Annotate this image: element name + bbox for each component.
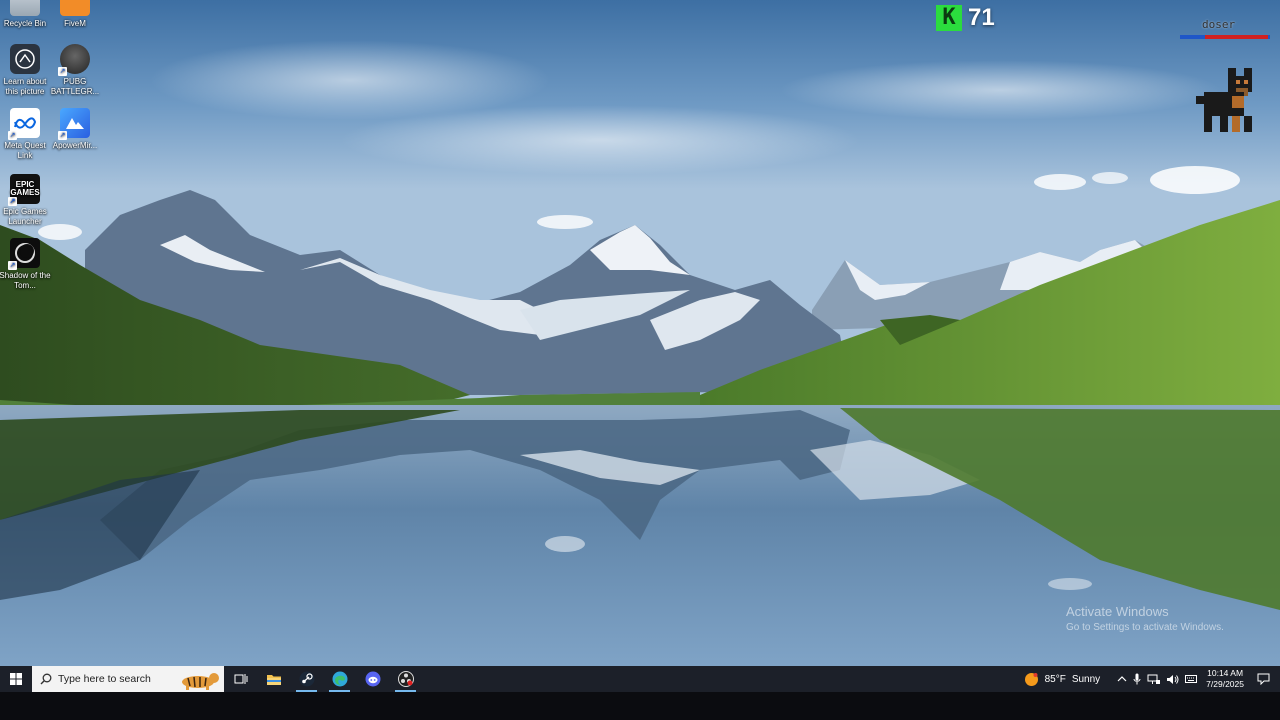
- recycle-bin-icon: [10, 0, 40, 16]
- activate-windows-watermark: Activate Windows Go to Settings to activ…: [1066, 604, 1224, 633]
- desktop-icon-meta-quest-link[interactable]: ↗ Meta Quest Link: [0, 108, 52, 161]
- speaker-icon: [1167, 674, 1179, 684]
- taskbar: Type here to search 85°F Sunny 10:14 AM …: [0, 666, 1280, 692]
- desktop-icon-pubg[interactable]: ↗ PUBG BATTLEGR...: [48, 44, 102, 97]
- steam-icon: [299, 671, 314, 687]
- weather-condition: Sunny: [1071, 673, 1101, 685]
- shortcut-arrow-icon: ↗: [8, 131, 17, 140]
- screen-bottom-strip: [0, 692, 1280, 720]
- system-tray: 85°F Sunny 10:14 AM 7/29/2025: [1024, 666, 1280, 692]
- folder-icon: [266, 674, 281, 685]
- steam-button[interactable]: [290, 666, 323, 692]
- weather-widget[interactable]: 85°F Sunny: [1024, 672, 1101, 687]
- sun-icon: [1024, 672, 1038, 686]
- network-icon: [1147, 674, 1161, 684]
- network-button[interactable]: [1147, 674, 1161, 685]
- edge-button[interactable]: [323, 666, 356, 692]
- camera-icon: [10, 44, 40, 74]
- fivem-icon: [60, 0, 90, 16]
- task-view-icon: [234, 674, 247, 684]
- k-counter-value: 71: [968, 4, 995, 31]
- desktop-icon-label: Learn about this picture: [3, 77, 47, 96]
- desktop-icon-recycle-bin[interactable]: Recycle Bin: [0, 0, 52, 29]
- search-icon: [40, 673, 52, 685]
- desktop-icon-fivem[interactable]: FiveM: [48, 0, 102, 29]
- show-hidden-icons-button[interactable]: [1117, 675, 1127, 683]
- keyboard-icon: [1185, 675, 1198, 683]
- search-placeholder: Type here to search: [58, 673, 151, 685]
- clock-date: 7/29/2025: [1206, 679, 1244, 689]
- desktop-icon-label: Meta Quest Link: [4, 141, 46, 160]
- shortcut-arrow-icon: ↗: [58, 131, 67, 140]
- shortcut-arrow-icon: ↗: [8, 261, 17, 270]
- pet-name: doser: [1202, 18, 1236, 31]
- desktop-icon-epic-games[interactable]: EPIC GAMES ↗ Epic Games Launcher: [0, 174, 52, 227]
- k-counter-widget: K 71: [936, 4, 995, 32]
- desktop: Recycle Bin FiveM Learn about this pictu…: [0, 0, 1280, 666]
- desktop-icon-label: Epic Games Launcher: [3, 207, 47, 226]
- desktop-icon-label: FiveM: [64, 19, 86, 28]
- shortcut-arrow-icon: ↗: [8, 197, 17, 206]
- activate-title: Activate Windows: [1066, 604, 1169, 619]
- file-explorer-button[interactable]: [257, 666, 290, 692]
- desktop-icon-label: Recycle Bin: [3, 19, 47, 28]
- k-logo-icon: K: [936, 5, 962, 31]
- desktop-icon-apowermirror[interactable]: ↗ ApowerMir...: [48, 108, 102, 151]
- obs-button[interactable]: [389, 666, 422, 692]
- chevron-up-icon: [1117, 676, 1127, 682]
- shortcut-arrow-icon: ↗: [58, 67, 67, 76]
- start-button[interactable]: [0, 666, 32, 692]
- desktop-pet-widget[interactable]: doser: [1180, 16, 1270, 140]
- microphone-button[interactable]: [1133, 673, 1141, 685]
- pubg-icon: ↗: [58, 44, 90, 76]
- desktop-icon-label: PUBG BATTLEGR...: [50, 77, 100, 96]
- obs-icon: [397, 671, 414, 687]
- taskbar-clock[interactable]: 10:14 AM 7/29/2025: [1206, 668, 1244, 690]
- windows-logo-icon: [10, 673, 22, 685]
- taskbar-search-box[interactable]: Type here to search: [32, 666, 224, 692]
- shadow-tomb-raider-icon: ↗: [8, 238, 40, 270]
- notifications-button[interactable]: [1257, 673, 1270, 685]
- pet-dog-icon: [1196, 68, 1252, 132]
- desktop-icon-learn-about-picture[interactable]: Learn about this picture: [0, 44, 52, 97]
- discord-icon: [365, 671, 380, 687]
- epic-games-icon: EPIC GAMES ↗: [8, 174, 40, 206]
- apowermirror-icon: ↗: [58, 108, 90, 140]
- keyboard-layout-button[interactable]: [1185, 674, 1198, 684]
- discord-button[interactable]: [356, 666, 389, 692]
- task-view-button[interactable]: [224, 666, 257, 692]
- search-highlight-tiger-icon: [182, 673, 219, 690]
- edge-icon: [332, 671, 347, 687]
- activate-subtitle: Go to Settings to activate Windows.: [1066, 622, 1224, 633]
- microphone-icon: [1133, 673, 1141, 685]
- desktop-icon-shadow-tomb-raider[interactable]: ↗ Shadow of the Tom...: [0, 238, 52, 291]
- desktop-icon-label: Shadow of the Tom...: [0, 271, 51, 290]
- notification-icon: [1257, 673, 1270, 685]
- weather-temperature: 85°F: [1044, 673, 1066, 685]
- pet-health-bar-fill: [1205, 35, 1268, 39]
- clock-time: 10:14 AM: [1207, 668, 1244, 678]
- wallpaper-lake-mountains: [0, 0, 1280, 666]
- meta-icon: ↗: [8, 108, 40, 140]
- desktop-icon-label: ApowerMir...: [52, 141, 98, 150]
- volume-button[interactable]: [1166, 674, 1179, 685]
